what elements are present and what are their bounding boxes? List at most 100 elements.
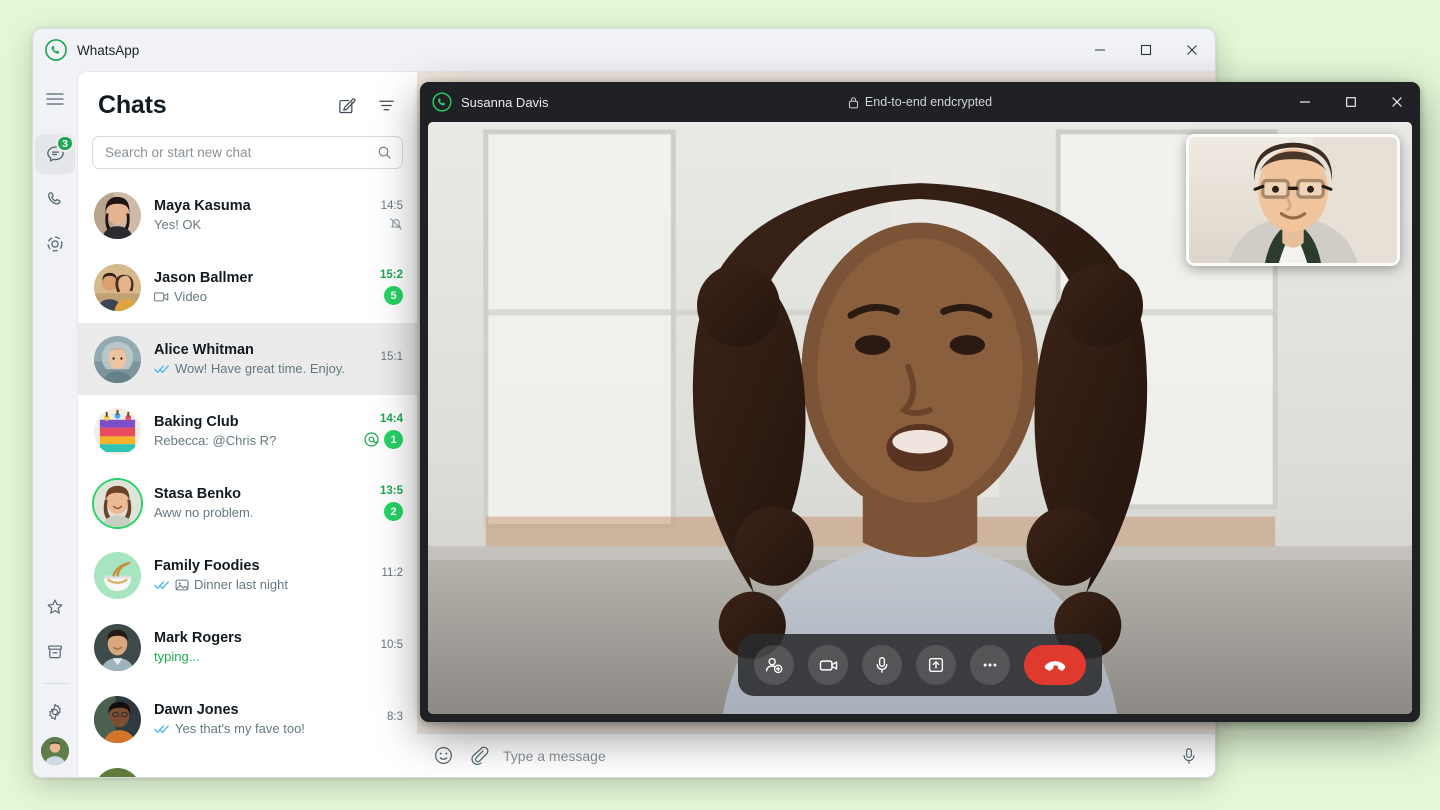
screen-share-icon[interactable] — [916, 645, 956, 685]
chat-list-item[interactable]: Family Foodies Dinner last night 11:2 — [78, 539, 417, 611]
window-controls — [1077, 29, 1215, 71]
read-receipt-double-check-icon — [154, 579, 170, 591]
chat-item-text: Mark Rogers typing... — [154, 630, 373, 664]
chat-preview-text: Yes! OK — [154, 217, 202, 232]
chat-item-meta: 14:5 — [381, 200, 403, 231]
chat-preview-row: Rebecca: @Chris R? — [154, 433, 356, 448]
paperclip-attach-icon[interactable] — [468, 745, 489, 766]
chat-item-meta: 13:5 2 — [380, 485, 403, 521]
chat-preview-text: Rebecca: @Chris R? — [154, 433, 277, 448]
sidebar-item-status[interactable] — [35, 224, 75, 264]
sidebar-item-archived-chats[interactable] — [35, 632, 75, 672]
minimize-icon[interactable] — [1077, 29, 1123, 71]
chat-list-item[interactable]: Alice Whitman Wow! Have great time. Enjoy… — [78, 323, 417, 395]
sidebar-item-settings[interactable] — [35, 692, 75, 732]
maximize-icon[interactable] — [1328, 82, 1374, 122]
chat-contact-name: Dawn Jones — [154, 702, 239, 718]
profile-avatar[interactable] — [41, 737, 69, 765]
chat-item-meta: 8:3 — [387, 711, 403, 728]
call-video-stage — [428, 122, 1412, 714]
search-input[interactable]: Search or start new chat — [92, 136, 403, 169]
chat-item-marks: 1 — [364, 430, 403, 449]
chat-list-item[interactable]: Mark Rogers typing... 10:5 — [78, 611, 417, 683]
message-input[interactable]: Type a message — [503, 748, 1165, 764]
chat-preview-text: typing... — [154, 649, 200, 664]
avatar — [94, 551, 141, 599]
chat-list-item[interactable]: Dawn Jones Yes that's my fave too! 8:3 — [78, 683, 417, 755]
chat-list-header: Chats — [78, 72, 417, 130]
chat-contact-name: Stasa Benko — [154, 486, 242, 502]
muted-icon — [389, 217, 403, 231]
chat-timestamp: 13:5 — [379, 485, 403, 497]
chat-preview-text: Yes that's my fave too! — [175, 721, 305, 736]
sidebar-item-starred-messages[interactable] — [35, 587, 75, 627]
add-person-icon[interactable] — [754, 645, 794, 685]
call-peer-name: Susanna Davis — [461, 94, 549, 110]
call-control-bar — [738, 634, 1102, 696]
chat-item-marks: 2 — [384, 502, 403, 521]
search-icon[interactable] — [377, 145, 392, 160]
search-container: Search or start new chat — [78, 130, 417, 179]
avatar — [94, 263, 141, 311]
avatar — [94, 479, 141, 527]
chat-list-item[interactable]: Maya Kasuma Yes! OK 14:5 — [78, 179, 417, 251]
chat-timestamp: 10:5 — [380, 638, 403, 651]
call-window-controls — [1282, 82, 1420, 122]
chat-item-text: Dawn Jones Yes that's my fave too! — [154, 702, 379, 736]
sidebar-item-chats[interactable]: 3 — [35, 134, 75, 174]
chat-preview-text: Dinner last night — [194, 577, 288, 592]
filter-icon[interactable] — [369, 88, 403, 122]
chat-timestamp: 8:3 — [387, 710, 403, 723]
chat-preview-row: Aww no problem. — [154, 505, 372, 520]
read-receipt-double-check-icon — [154, 363, 170, 375]
close-icon[interactable] — [1169, 29, 1215, 71]
chat-item-text: Alice Whitman Wow! Have great time. Enjoy… — [154, 342, 373, 376]
search-placeholder: Search or start new chat — [105, 145, 252, 160]
chat-preview-row: Yes! OK — [154, 217, 373, 232]
chat-list-panel: Chats Search or start new chat Maya Kasu… — [77, 71, 417, 777]
call-encryption-status: End-to-end endcrypted — [420, 82, 1420, 122]
chat-item-meta: 10:5 — [381, 639, 403, 656]
chat-preview-row: typing... — [154, 649, 373, 664]
close-icon[interactable] — [1374, 82, 1420, 122]
avatar — [94, 623, 141, 671]
maximize-icon[interactable] — [1123, 29, 1169, 71]
avatar — [94, 695, 141, 743]
chat-list[interactable]: Maya Kasuma Yes! OK 14:5 Jason Ballmer Vide… — [78, 179, 417, 777]
emoji-smiley-icon[interactable] — [433, 745, 454, 766]
video-camera-icon[interactable] — [808, 645, 848, 685]
chat-list-item[interactable]: Baking Club Rebecca: @Chris R? 14:4 1 — [78, 395, 417, 467]
self-view-thumbnail[interactable] — [1186, 134, 1400, 266]
unread-count-badge: 2 — [384, 502, 403, 521]
minimize-icon[interactable] — [1282, 82, 1328, 122]
mention-icon — [364, 432, 379, 447]
end-call-phone-icon[interactable] — [1024, 645, 1086, 685]
new-chat-compose-icon[interactable] — [329, 88, 363, 122]
chat-list-item[interactable]: Stasa Benko Aww no problem. 13:5 2 — [78, 467, 417, 539]
chat-preview-text: Wow! Have great time. Enjoy. — [175, 361, 346, 376]
more-horizontal-icon[interactable] — [970, 645, 1010, 685]
chats-unread-badge: 3 — [56, 135, 74, 152]
chat-list-item[interactable]: Ziggy Woodley9:13 — [78, 755, 417, 777]
chat-preview-row: Wow! Have great time. Enjoy. — [154, 361, 373, 376]
chat-item-marks — [389, 217, 403, 231]
app-title: WhatsApp — [77, 42, 140, 58]
chat-item-text: Stasa Benko Aww no problem. — [154, 486, 372, 520]
chat-preview-row: Yes that's my fave too! — [154, 721, 379, 736]
navigation-rail: 3 — [33, 71, 77, 777]
chat-timestamp: 15:1 — [380, 350, 403, 363]
chat-item-meta: 14:4 1 — [364, 413, 403, 449]
unread-count-badge: 5 — [384, 286, 403, 305]
page-title: Chats — [98, 90, 167, 119]
image-icon — [175, 578, 189, 592]
video-icon — [154, 291, 169, 303]
chat-preview-text: Aww no problem. — [154, 505, 254, 520]
hamburger-menu-icon[interactable] — [35, 79, 75, 119]
microphone-icon[interactable] — [1179, 746, 1199, 766]
chat-list-item[interactable]: Jason Ballmer Video 15:2 5 — [78, 251, 417, 323]
microphone-icon[interactable] — [862, 645, 902, 685]
chat-item-meta: 15:2 5 — [380, 269, 403, 305]
message-composer: Type a message — [417, 733, 1215, 777]
avatar — [94, 335, 141, 383]
sidebar-item-calls[interactable] — [35, 179, 75, 219]
